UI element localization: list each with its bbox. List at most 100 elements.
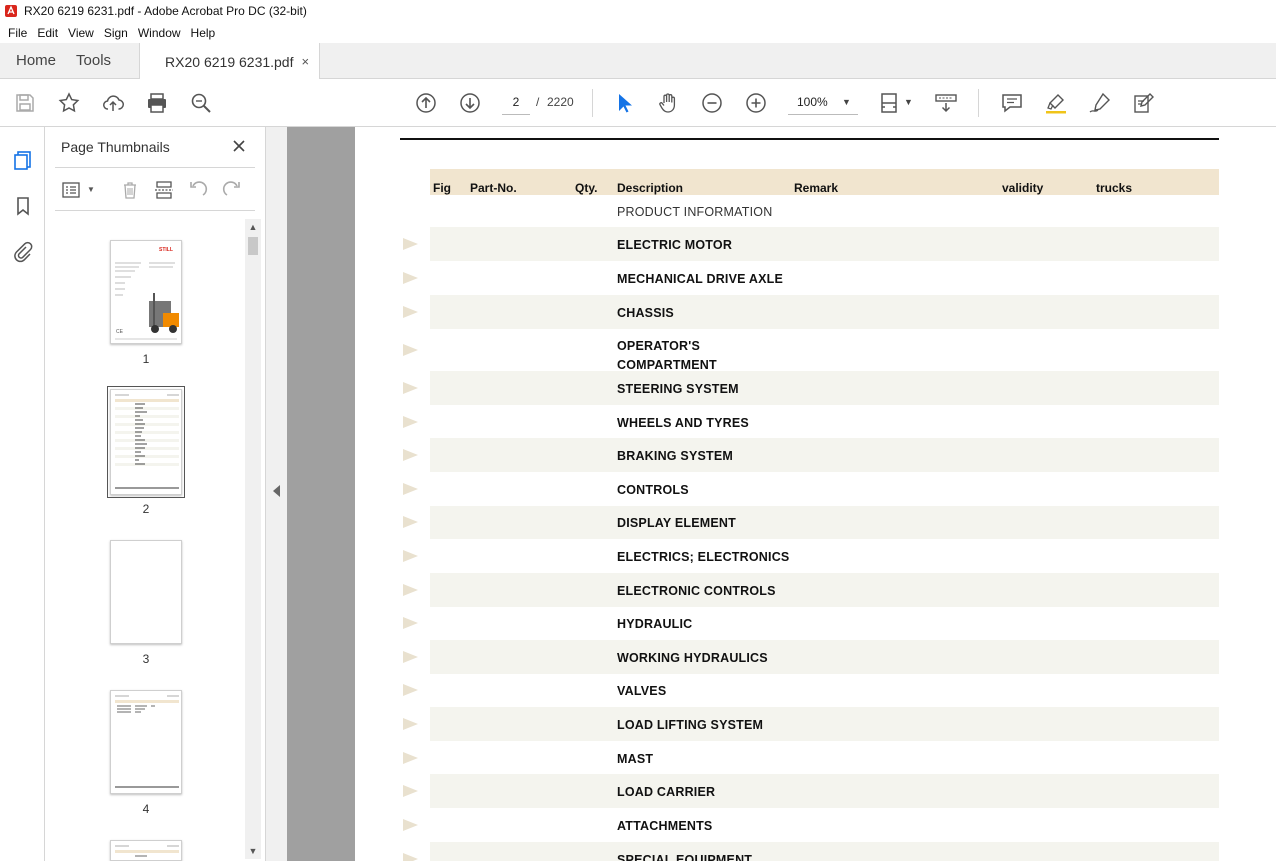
row-marker-icon[interactable]: [403, 550, 418, 562]
row-marker-icon[interactable]: [403, 785, 418, 797]
row-marker-icon[interactable]: [403, 819, 418, 831]
index-page-preview: [115, 394, 179, 489]
table-row: VALVES: [430, 674, 1219, 707]
save-icon[interactable]: [13, 91, 37, 115]
search-zoom-icon[interactable]: [189, 91, 213, 115]
rotate-right-icon[interactable]: [221, 179, 243, 201]
close-panel-icon[interactable]: [230, 137, 248, 155]
row-marker-icon[interactable]: [403, 483, 418, 495]
row-marker-icon[interactable]: [403, 449, 418, 461]
print-icon[interactable]: [145, 91, 169, 115]
tab-home[interactable]: Home: [0, 43, 70, 78]
zoom-out-icon[interactable]: [700, 91, 724, 115]
menu-help[interactable]: Help: [186, 26, 221, 40]
hand-pan-icon[interactable]: [656, 91, 680, 115]
next-page-icon[interactable]: [458, 91, 482, 115]
options-dropdown-icon[interactable]: ▼: [87, 185, 95, 194]
sign-pen-icon[interactable]: [1088, 91, 1112, 115]
table-row: MECHANICAL DRIVE AXLE: [430, 261, 1219, 295]
toolbar-divider: [978, 89, 979, 117]
panel-splitter[interactable]: [265, 127, 287, 861]
bookmark-star-icon[interactable]: [57, 91, 81, 115]
thumbnail-tools: ▼: [55, 167, 255, 211]
page-separator: /: [536, 95, 540, 109]
highlight-icon[interactable]: [1044, 91, 1068, 115]
select-arrow-icon[interactable]: [612, 91, 636, 115]
column-validity: validity: [1002, 181, 1044, 195]
tab-tools[interactable]: Tools: [70, 43, 139, 78]
table-row: PRODUCT INFORMATION: [430, 195, 1219, 227]
zoom-in-icon[interactable]: [744, 91, 768, 115]
row-description: ELECTRONIC CONTROLS: [617, 584, 776, 598]
row-marker-icon[interactable]: [403, 516, 418, 528]
row-marker-icon[interactable]: [403, 584, 418, 596]
row-marker-icon[interactable]: [403, 718, 418, 730]
comment-icon[interactable]: [1000, 91, 1024, 115]
row-marker-icon[interactable]: [403, 238, 418, 250]
table-row: ATTACHMENTS: [430, 808, 1219, 842]
menu-file[interactable]: File: [3, 26, 32, 40]
thumbnail-page-2[interactable]: [107, 386, 185, 498]
menu-sign[interactable]: Sign: [99, 26, 133, 40]
document-viewer[interactable]: Fig Part-No. Qty. Description Remark val…: [287, 127, 1276, 861]
thumbnail-page-5[interactable]: [110, 840, 182, 861]
previous-page-icon[interactable]: [414, 91, 438, 115]
table-header: Fig Part-No. Qty. Description Remark val…: [430, 169, 1219, 195]
edit-pdf-icon[interactable]: [1132, 91, 1156, 115]
thumbnail-page-1[interactable]: STILL CE: [110, 240, 182, 344]
thumbnail-options-icon[interactable]: [61, 179, 83, 201]
page-fit-dropdown-icon[interactable]: ▼: [904, 97, 913, 107]
row-marker-icon[interactable]: [403, 382, 418, 394]
table-row: HYDRAULIC: [430, 607, 1219, 640]
table-row: LOAD CARRIER: [430, 774, 1219, 808]
thumbnail-label-4: 4: [142, 802, 150, 816]
zoom-dropdown-icon[interactable]: ▼: [842, 97, 851, 107]
attachments-icon[interactable]: [10, 239, 36, 265]
page-number-input[interactable]: 2: [502, 91, 530, 115]
thumbnail-page-4[interactable]: [110, 690, 182, 794]
row-description: ATTACHMENTS: [617, 819, 713, 833]
table-row: WHEELS AND TYRES: [430, 405, 1219, 438]
thumbnail-page-3[interactable]: [110, 540, 182, 644]
menu-view[interactable]: View: [63, 26, 99, 40]
page-thumbnails-icon[interactable]: [10, 147, 36, 173]
scroll-down-icon[interactable]: ▼: [245, 843, 261, 859]
table-row: ELECTRICS; ELECTRONICS: [430, 539, 1219, 573]
row-description: WORKING HYDRAULICS: [617, 651, 768, 665]
row-description: PRODUCT INFORMATION: [617, 205, 773, 219]
tab-document[interactable]: RX20 6219 6231.pdf ×: [139, 43, 321, 80]
menu-window[interactable]: Window: [133, 26, 186, 40]
row-description: OPERATOR'S: [617, 339, 700, 353]
table-row: CHASSIS: [430, 295, 1219, 329]
row-description: SPECIAL EQUIPMENT: [617, 853, 753, 861]
row-description: ELECTRIC MOTOR: [617, 238, 733, 252]
collapse-panel-icon[interactable]: [273, 485, 280, 497]
row-description: CHASSIS: [617, 306, 674, 320]
row-marker-icon[interactable]: [403, 752, 418, 764]
scroll-mode-icon[interactable]: [934, 91, 958, 115]
row-marker-icon[interactable]: [403, 684, 418, 696]
row-marker-icon[interactable]: [403, 853, 418, 861]
row-marker-icon[interactable]: [403, 617, 418, 629]
row-marker-icon[interactable]: [403, 344, 418, 356]
row-marker-icon[interactable]: [403, 272, 418, 284]
row-description: WHEELS AND TYRES: [617, 416, 749, 430]
scroll-up-icon[interactable]: ▲: [245, 219, 261, 235]
column-description: Description: [617, 181, 684, 195]
row-marker-icon[interactable]: [403, 651, 418, 663]
thumbnail-scrollbar[interactable]: ▲ ▼: [245, 219, 261, 859]
upload-icon[interactable]: [101, 91, 125, 115]
scrollbar-thumb[interactable]: [248, 237, 258, 255]
row-description: CONTROLS: [617, 483, 689, 497]
bookmarks-icon[interactable]: [10, 193, 36, 219]
svg-text:CE: CE: [116, 329, 124, 335]
page-fit-icon[interactable]: [878, 91, 902, 115]
close-tab-icon[interactable]: ×: [302, 54, 310, 69]
extract-page-icon[interactable]: [153, 179, 175, 201]
row-description: STEERING SYSTEM: [617, 382, 739, 396]
row-marker-icon[interactable]: [403, 306, 418, 318]
menu-edit[interactable]: Edit: [32, 26, 63, 40]
rotate-left-icon[interactable]: [187, 179, 209, 201]
delete-page-icon[interactable]: [119, 179, 141, 201]
row-marker-icon[interactable]: [403, 416, 418, 428]
